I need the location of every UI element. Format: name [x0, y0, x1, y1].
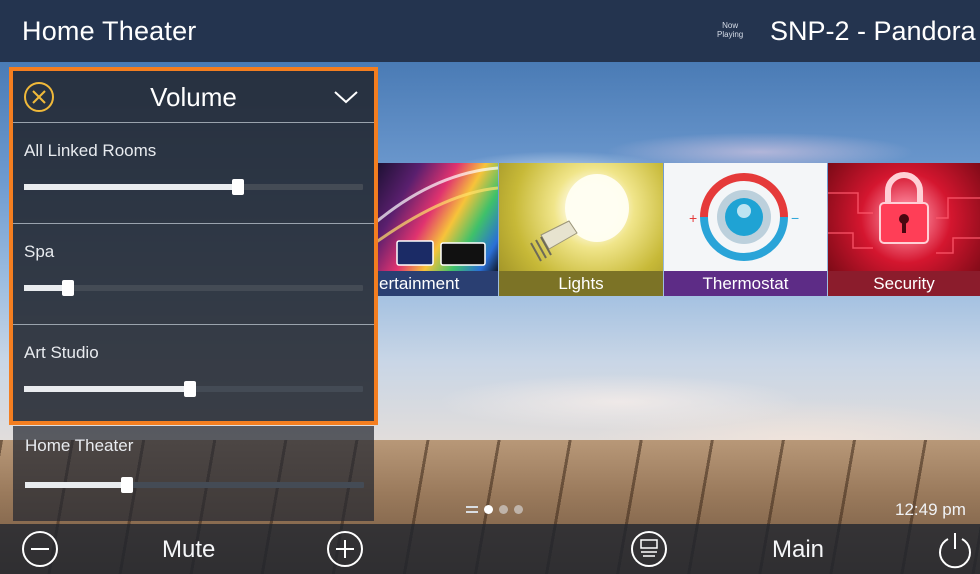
tile-thermostat-label: Thermostat: [664, 271, 827, 296]
menu-circle-icon: [631, 531, 667, 567]
page-dot[interactable]: [514, 505, 523, 514]
tile-entertainment[interactable]: ertainment: [375, 163, 498, 296]
home-screen: Home Theater Now Playing SNP-2 - Pandora…: [0, 0, 980, 574]
room-name: Art Studio: [24, 343, 99, 362]
bottom-bar: Mute Main: [0, 524, 980, 574]
volume-panel-title: Volume: [150, 82, 237, 112]
tile-lights-label: Lights: [499, 271, 663, 296]
volume-slider-spa[interactable]: [24, 280, 363, 296]
lightbulb-icon: [499, 163, 663, 271]
room-all-linked: All Linked Rooms: [13, 124, 374, 224]
list-view-icon[interactable]: [466, 506, 478, 513]
now-playing-source[interactable]: SNP-2 - Pandora: [770, 16, 976, 47]
chevron-down-icon[interactable]: [333, 89, 359, 105]
power-icon: [939, 533, 971, 569]
slider-handle[interactable]: [231, 179, 244, 195]
svg-text:−: −: [791, 210, 799, 226]
volume-panel-header: Volume: [13, 71, 374, 123]
room-name: Home Theater: [25, 436, 134, 455]
tile-lights[interactable]: Lights: [499, 163, 663, 296]
tile-entertainment-label: ertainment: [375, 271, 498, 296]
page-dot[interactable]: [484, 505, 493, 514]
page-dot[interactable]: [499, 505, 508, 514]
room-title[interactable]: Home Theater: [22, 16, 197, 47]
volume-slider-home-theater[interactable]: [25, 477, 364, 493]
minus-circle-icon: [22, 531, 58, 567]
top-bar: Home Theater Now Playing SNP-2 - Pandora: [0, 0, 980, 62]
volume-slider-art-studio[interactable]: [24, 381, 363, 397]
page-indicator: [466, 505, 546, 515]
now-playing-label: Now Playing: [717, 21, 744, 39]
slider-handle[interactable]: [184, 381, 197, 397]
menu-button[interactable]: [629, 529, 669, 569]
tile-security-label: Security: [828, 271, 980, 296]
room-spa: Spa: [13, 225, 374, 325]
tile-security[interactable]: Security: [828, 163, 980, 296]
plus-circle-icon: [327, 531, 363, 567]
volume-up-button[interactable]: [325, 529, 365, 569]
mute-button[interactable]: Mute: [162, 536, 215, 564]
volume-down-button[interactable]: [20, 529, 60, 569]
entertainment-art-icon: [375, 163, 498, 271]
room-art-studio: Art Studio: [13, 326, 374, 426]
svg-text:+: +: [689, 210, 697, 226]
power-button[interactable]: [935, 529, 975, 569]
volume-slider-all-linked-rooms[interactable]: [24, 179, 363, 195]
tile-thermostat[interactable]: + − Thermostat: [664, 163, 827, 296]
main-button[interactable]: Main: [772, 536, 824, 564]
slider-handle[interactable]: [120, 477, 133, 493]
padlock-icon: [828, 163, 980, 271]
volume-panel: Volume All Linked Rooms Spa Art Studio: [9, 67, 378, 425]
thermostat-icon: + −: [664, 163, 827, 271]
room-name: All Linked Rooms: [24, 141, 157, 160]
room-name: Spa: [24, 242, 55, 261]
service-tiles: ertainment Lights + − Thermostat Securit…: [375, 163, 980, 296]
room-home-theater: Home Theater: [13, 426, 374, 521]
clock: 12:49 pm: [895, 500, 966, 519]
slider-handle[interactable]: [62, 280, 75, 296]
